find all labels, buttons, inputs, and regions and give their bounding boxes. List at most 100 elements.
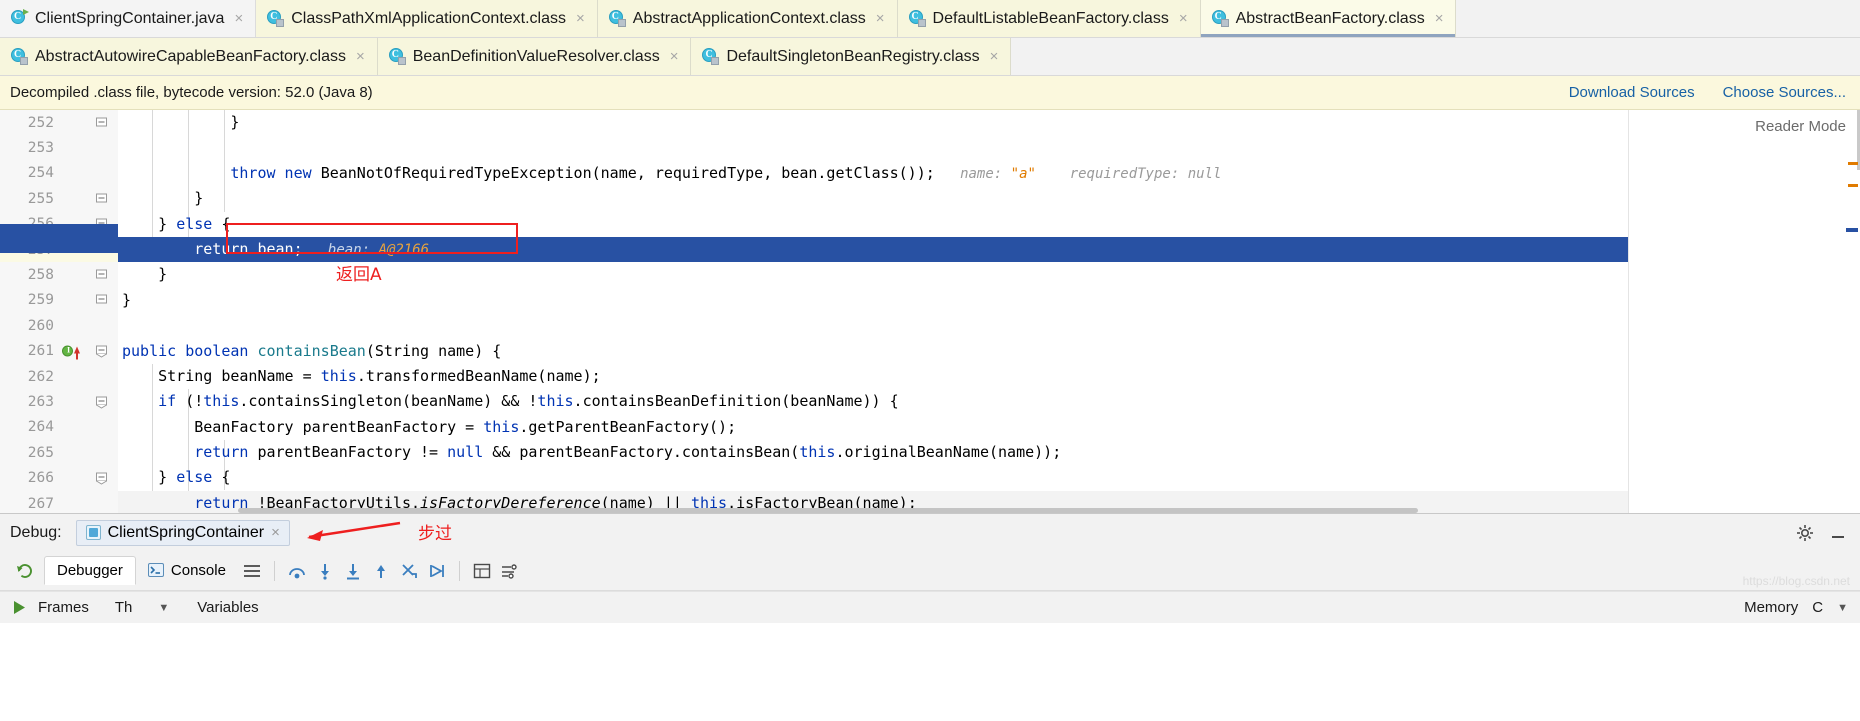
- editor-tab-DefaultSingletonBeanRegistry-class[interactable]: C DefaultSingletonBeanRegistry.class ×: [691, 38, 1012, 75]
- evaluate-icon[interactable]: [468, 558, 496, 584]
- close-icon[interactable]: ×: [356, 49, 365, 64]
- download-sources-link[interactable]: Download Sources: [1569, 84, 1695, 101]
- console-icon: [147, 563, 164, 577]
- fold-plus-icon[interactable]: [96, 396, 107, 409]
- chevron-down-icon[interactable]: ▼: [158, 602, 169, 614]
- line-number: 261: [27, 343, 54, 360]
- code-line[interactable]: return parentBeanFactory != null && pare…: [118, 440, 1860, 465]
- code-editor[interactable]: 252 253 254 255 256 257 258 259 260 261: [0, 110, 1860, 513]
- scroll-marker-warning[interactable]: [1848, 184, 1858, 187]
- editor-tab-BeanDefinitionValueResolver-class[interactable]: C BeanDefinitionValueResolver.class ×: [377, 38, 692, 75]
- step-over-annotation-label: 步过: [418, 523, 452, 544]
- close-icon[interactable]: ×: [876, 11, 885, 26]
- line-number: 253: [27, 140, 54, 157]
- settings-list-icon[interactable]: [496, 558, 524, 584]
- close-icon[interactable]: ×: [234, 11, 243, 26]
- gutter-markers: [60, 110, 112, 135]
- editor-marker-pane[interactable]: Reader Mode: [1628, 110, 1860, 513]
- layout-icon[interactable]: [238, 558, 266, 584]
- tab-row-filler: [1011, 38, 1860, 75]
- gutter-line: 263: [0, 389, 118, 414]
- fold-plus-icon[interactable]: [96, 345, 107, 358]
- close-icon[interactable]: ×: [1179, 11, 1188, 26]
- step-out-icon[interactable]: [367, 558, 395, 584]
- debug-footer-right: Memory C ▼: [1744, 599, 1860, 616]
- editor-tab-row-1: C ClientSpringContainer.java × C ClassPa…: [0, 0, 1860, 38]
- code-line[interactable]: if (!this.containsSingleton(beanName) &&…: [118, 389, 1860, 414]
- code-line[interactable]: BeanFactory parentBeanFactory = this.get…: [118, 415, 1860, 440]
- resume-icon[interactable]: [0, 600, 38, 615]
- force-step-into-icon[interactable]: [339, 558, 367, 584]
- editor-tab-DefaultListableBeanFactory-class[interactable]: C DefaultListableBeanFactory.class ×: [897, 0, 1201, 37]
- step-over-icon[interactable]: [283, 558, 311, 584]
- variables-label[interactable]: Variables: [197, 599, 258, 616]
- code-line[interactable]: public boolean containsBean(String name)…: [118, 339, 1860, 364]
- editor-tab-label: AbstractAutowireCapableBeanFactory.class: [35, 47, 346, 65]
- gutter-line: 262: [0, 364, 118, 389]
- chevron-down-icon[interactable]: ▼: [1837, 602, 1848, 614]
- fold-minus-icon[interactable]: [96, 117, 107, 128]
- step-into-icon[interactable]: [311, 558, 339, 584]
- line-number: 263: [27, 393, 54, 410]
- rerun-icon: [16, 564, 32, 578]
- code-line[interactable]: }: [118, 186, 1860, 211]
- debug-tabs-toolbar: Debugger Console https://blog.csdn.net: [0, 551, 1860, 591]
- code-line[interactable]: throw new BeanNotOfRequiredTypeException…: [118, 161, 1860, 186]
- line-number: 258: [27, 267, 54, 284]
- code-text-area[interactable]: } throw new BeanNotOfRequiredTypeExcepti…: [118, 110, 1860, 513]
- editor-tab-ClassPathXmlApplicationContext-class[interactable]: C ClassPathXmlApplicationContext.class ×: [256, 0, 598, 37]
- class-file-icon: C: [908, 10, 926, 27]
- editor-tab-label: AbstractBeanFactory.class: [1235, 9, 1425, 27]
- notification-message: Decompiled .class file, bytecode version…: [10, 84, 373, 101]
- current-line-selection-stripe: [0, 224, 118, 253]
- tab-console[interactable]: Console: [136, 557, 238, 584]
- java-class-run-icon: C: [11, 9, 29, 27]
- editor-gutter[interactable]: 252 253 254 255 256 257 258 259 260 261: [0, 110, 118, 513]
- code-line[interactable]: } else {: [118, 465, 1860, 490]
- code-line[interactable]: [118, 135, 1860, 160]
- close-icon[interactable]: ×: [576, 11, 585, 26]
- thread-selector-label[interactable]: Th: [115, 599, 133, 616]
- debug-label: Debug:: [10, 523, 62, 541]
- scroll-marker-current[interactable]: [1846, 228, 1858, 232]
- ide-window: C ClientSpringContainer.java × C ClassPa…: [0, 0, 1860, 721]
- fold-minus-icon[interactable]: [96, 193, 107, 204]
- class-file-icon: C: [388, 48, 406, 65]
- code-line-current[interactable]: return bean; bean: A@2166: [118, 236, 1860, 263]
- debug-panel-footer: Frames Th ▼ Variables Memory C ▼: [0, 591, 1860, 623]
- fold-minus-icon[interactable]: [96, 269, 107, 281]
- fold-minus-icon[interactable]: [96, 472, 107, 485]
- fold-minus-icon[interactable]: [96, 294, 107, 306]
- gutter-line: 267: [0, 491, 118, 513]
- tab-debugger[interactable]: Debugger: [44, 556, 136, 585]
- choose-sources-link[interactable]: Choose Sources...: [1723, 84, 1846, 101]
- gear-icon[interactable]: [1796, 524, 1814, 542]
- reader-mode-label[interactable]: Reader Mode: [1755, 118, 1846, 135]
- footer-letter-c[interactable]: C: [1812, 599, 1823, 616]
- minimize-icon[interactable]: [1830, 525, 1846, 541]
- editor-tab-ClientSpringContainer-java[interactable]: C ClientSpringContainer.java ×: [0, 0, 257, 37]
- code-line[interactable]: }: [118, 110, 1860, 135]
- memory-label[interactable]: Memory: [1744, 599, 1798, 616]
- close-icon[interactable]: ×: [670, 49, 679, 64]
- close-icon[interactable]: ×: [1435, 11, 1444, 26]
- debug-session-tab[interactable]: ClientSpringContainer ×: [75, 519, 290, 546]
- frames-label[interactable]: Frames: [38, 599, 89, 616]
- editor-tab-label: DefaultSingletonBeanRegistry.class: [726, 47, 980, 65]
- code-line[interactable]: } else {: [118, 212, 1860, 237]
- scroll-marker-warning[interactable]: [1848, 162, 1858, 165]
- editor-tab-AbstractBeanFactory-class[interactable]: C AbstractBeanFactory.class ×: [1200, 0, 1457, 37]
- line-number: 267: [27, 495, 54, 512]
- rerun-button[interactable]: [4, 562, 44, 579]
- editor-tab-AbstractApplicationContext-class[interactable]: C AbstractApplicationContext.class ×: [597, 0, 898, 37]
- editor-tab-AbstractAutowireCapableBeanFactory-class[interactable]: C AbstractAutowireCapableBeanFactory.cla…: [0, 38, 378, 75]
- code-line[interactable]: String beanName = this.transformedBeanNa…: [118, 364, 1860, 389]
- close-icon[interactable]: ×: [271, 524, 280, 541]
- code-line[interactable]: [118, 313, 1860, 338]
- gutter-line: 253: [0, 135, 118, 160]
- drop-frame-icon[interactable]: [395, 558, 423, 584]
- code-line[interactable]: }: [118, 288, 1860, 313]
- close-icon[interactable]: ×: [990, 49, 999, 64]
- run-to-cursor-icon[interactable]: [423, 558, 451, 584]
- method-breakpoint-icon[interactable]: I: [62, 345, 80, 360]
